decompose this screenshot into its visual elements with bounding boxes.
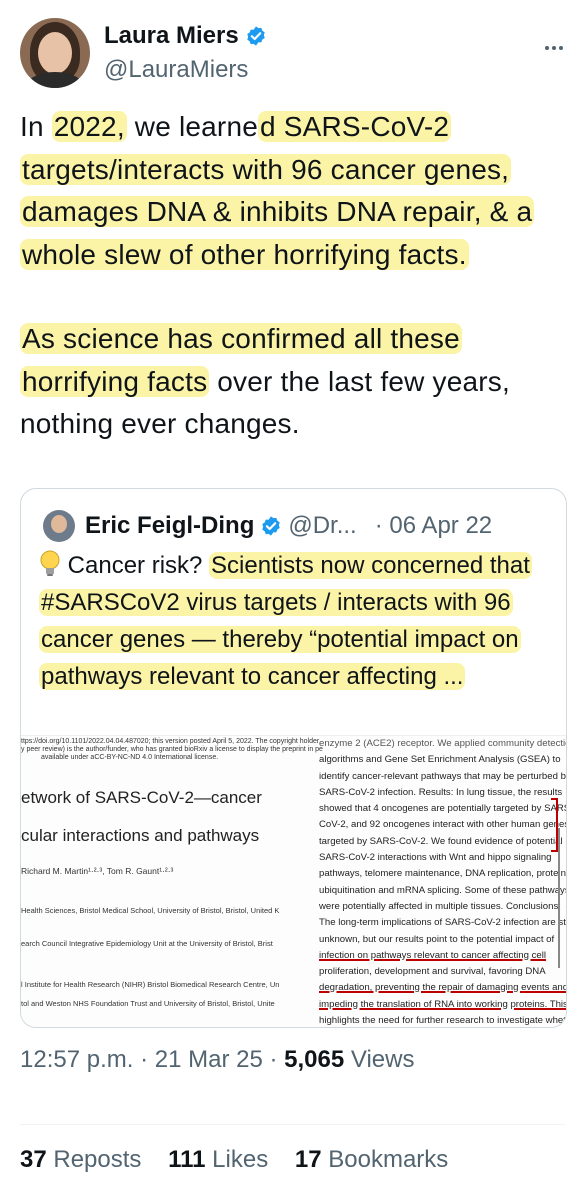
likes-stat[interactable]: 111 Likes	[168, 1146, 268, 1173]
separator: ·	[140, 1046, 155, 1073]
divider	[20, 1124, 565, 1125]
views-count: 5,065	[284, 1046, 345, 1073]
quoted-author-handle[interactable]: @Dr...	[288, 512, 356, 540]
quoted-tweet-image[interactable]: ttps://doi.org/10.1101/2022.04.04.487020…	[21, 735, 566, 1027]
author-name[interactable]: Laura Miers	[104, 22, 239, 50]
abstract-line: were potentially affected in multiple ti…	[319, 900, 561, 912]
tweet-stats: 37 Reposts 111 Likes 17 Bookmarks	[20, 1146, 468, 1174]
quoted-tweet-text: Cancer risk? Scientists now concerned th…	[39, 547, 554, 695]
quoted-author-name[interactable]: Eric Feigl-Ding	[85, 512, 254, 540]
reposts-label: Reposts	[53, 1146, 142, 1173]
bookmarks-count: 17	[294, 1146, 322, 1173]
tweet-paragraph-1: In 2022, we learned SARS-CoV-2 targets/i…	[20, 106, 565, 276]
abstract-line: showed that 4 oncogenes are potentially …	[319, 803, 566, 815]
abstract-line: algorithms and Gene Set Enrichment Analy…	[319, 754, 561, 766]
paper-affiliation: tol and Weston NHS Foundation Trust and …	[21, 999, 275, 1008]
abstract-line: unknown, but our results point to the po…	[319, 933, 555, 945]
abstract-line: proliferation, development and survival,…	[319, 966, 546, 978]
tweet-header: Laura Miers @LauraMiers	[0, 0, 583, 100]
separator: ·	[269, 1046, 285, 1073]
more-options-icon[interactable]	[544, 38, 564, 58]
verified-badge-icon	[262, 516, 281, 536]
abstract-line: impeding the translation of RNA into wor…	[319, 998, 566, 1010]
paper-doi-line: available under aCC-BY-NC-ND 4.0 Interna…	[41, 754, 219, 761]
bookmarks-stat[interactable]: 17 Bookmarks	[295, 1146, 448, 1173]
lightbulb-icon	[40, 550, 60, 576]
text-segment: Cancer risk?	[67, 552, 210, 579]
quoted-tweet-header: Eric Feigl-Ding @Dr... · 06 Apr 22	[43, 509, 492, 543]
paper-title: etwork of SARS-CoV-2—cancer	[21, 788, 262, 807]
bookmarks-label: Bookmarks	[328, 1146, 449, 1173]
abstract-line: targeted by SARS-CoV-2. We found evidenc…	[319, 835, 563, 847]
quoted-tweet[interactable]: Eric Feigl-Ding @Dr... · 06 Apr 22 Cance…	[20, 488, 567, 1028]
author-handle[interactable]: @LauraMiers	[104, 56, 248, 84]
abstract-line: degradation, preventing the repair of da…	[319, 982, 566, 994]
author-avatar[interactable]	[20, 18, 90, 88]
abstract-line: ubiquitination and mRNA splicing. Some o…	[319, 884, 566, 896]
tweet-date[interactable]: 21 Mar 25	[155, 1046, 263, 1073]
reposts-stat[interactable]: 37 Reposts	[20, 1146, 141, 1173]
reposts-count: 37	[20, 1146, 47, 1173]
likes-label: Likes	[212, 1146, 269, 1173]
paper-abstract: enzyme 2 (ACE2) receptor. We applied com…	[319, 736, 566, 1027]
abstract-line: highlights the need for further research…	[319, 1015, 566, 1027]
tweet-paragraph-2: As science has confirmed all these horri…	[20, 318, 565, 446]
abstract-line: pathways, telomere maintenance, DNA repl…	[319, 868, 566, 880]
text-segment: In	[20, 111, 52, 142]
quoted-author-avatar[interactable]	[43, 510, 75, 542]
likes-count: 111	[168, 1146, 206, 1173]
highlighted-text: 2022,	[51, 111, 127, 142]
tweet-meta: 12:57 p.m. · 21 Mar 25 · 5,065 Views	[20, 1046, 414, 1074]
quoted-tweet-date[interactable]: · 06 Apr 22	[375, 512, 492, 540]
paper-title: cular interactions and pathways	[21, 826, 260, 845]
abstract-line: infection on pathways relevant to cancer…	[319, 949, 547, 961]
views-label: Views	[350, 1046, 415, 1073]
author-name-row[interactable]: Laura Miers	[104, 22, 267, 50]
paper-doi-line: ttps://doi.org/10.1101/2022.04.04.487020…	[21, 738, 320, 745]
abstract-line: enzyme 2 (ACE2) receptor. We applied com…	[319, 738, 566, 749]
image-scrollbar	[558, 828, 560, 968]
paper-affiliation: Health Sciences, Bristol Medical School,…	[21, 906, 280, 915]
paper-authors: Richard M. Martin¹·²·³, Tom R. Gaunt¹·²·…	[21, 866, 174, 876]
abstract-line: identify cancer-relevant pathways that m…	[319, 770, 566, 782]
tweet-time[interactable]: 12:57 p.m.	[20, 1046, 133, 1073]
paper-affiliation: l Institute for Health Research (NIHR) B…	[21, 980, 280, 989]
paper-doi-line: y peer review) is the author/funder, who…	[21, 746, 323, 753]
text-segment: we learne	[126, 111, 258, 142]
tweet-text: In 2022, we learned SARS-CoV-2 targets/i…	[20, 106, 565, 446]
abstract-text: enzyme 2 (ACE2) receptor. We applied com…	[319, 736, 566, 1027]
abstract-line: SARS-CoV-2 interactions with Wnt and hip…	[319, 852, 552, 864]
red-annotation-bracket	[551, 798, 558, 852]
abstract-line: The long-term implications of SARS-CoV-2…	[319, 917, 566, 929]
paper-affiliation: earch Council Integrative Epidemiology U…	[21, 939, 273, 948]
paper-title-page: ttps://doi.org/10.1101/2022.04.04.487020…	[21, 736, 323, 1027]
verified-badge-icon	[247, 26, 265, 46]
abstract-line: SARS-CoV-2 infection. Results: In lung t…	[319, 786, 563, 798]
abstract-line: CoV-2, and 92 oncogenes interact with ot…	[319, 819, 566, 831]
